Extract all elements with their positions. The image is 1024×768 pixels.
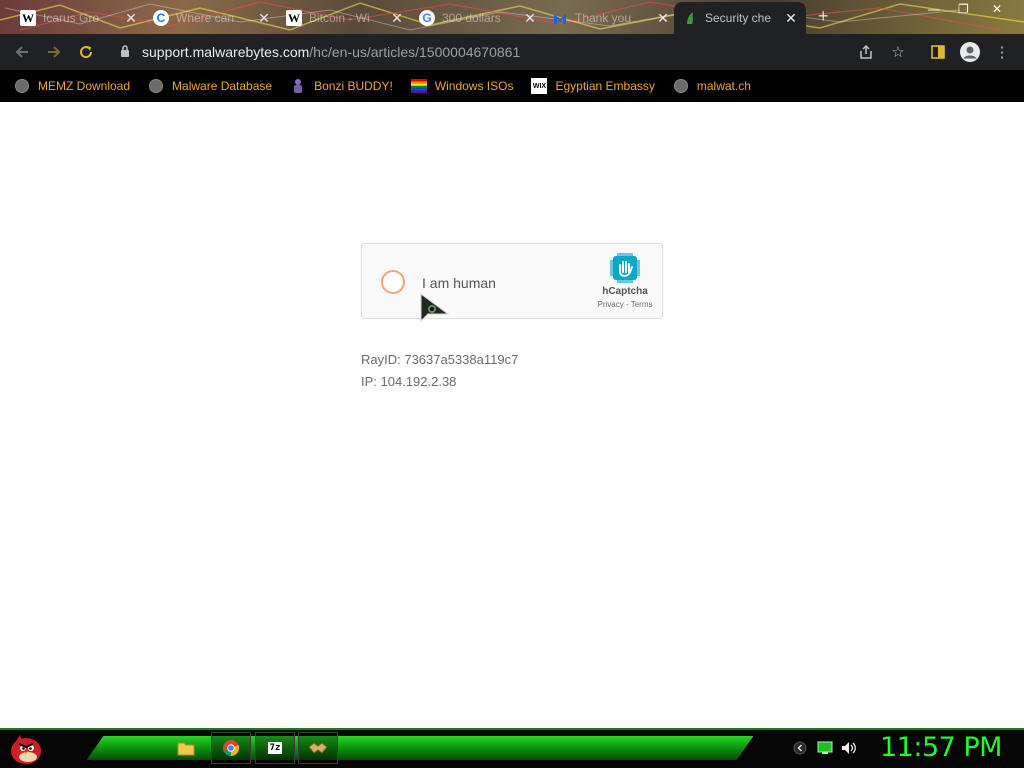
star-icon[interactable]: ☆ bbox=[884, 38, 912, 66]
address-bar[interactable]: support.malwarebytes.com/hc/en-us/articl… bbox=[106, 37, 918, 67]
taskbar-chrome[interactable] bbox=[211, 732, 251, 764]
bookmark-bonzi-buddy[interactable]: Bonzi BUDDY! bbox=[290, 78, 393, 94]
bookmark-label: Windows ISOs bbox=[434, 79, 514, 93]
tab-2[interactable]: W Bitcoin - Wi ✕ bbox=[278, 2, 412, 34]
close-icon[interactable]: ✕ bbox=[523, 10, 537, 27]
angry-bird-icon bbox=[11, 735, 41, 764]
captcha-checkbox[interactable] bbox=[381, 270, 405, 294]
close-icon[interactable]: ✕ bbox=[124, 10, 138, 27]
taskbar-7zip[interactable]: 7z bbox=[255, 732, 295, 764]
folder-icon bbox=[177, 742, 195, 756]
google-icon: G bbox=[419, 10, 435, 26]
network-icon[interactable] bbox=[817, 740, 833, 756]
bookmark-egyptian-embassy[interactable]: WIX Egyptian Embassy bbox=[531, 78, 655, 94]
tab-title: Thank you bbox=[575, 11, 632, 25]
bookmark-label: malwat.ch bbox=[696, 79, 751, 93]
page-content: I am human hCaptcha Privacy - Terms RayI… bbox=[0, 102, 1024, 728]
tray-chevron-icon[interactable] bbox=[792, 740, 808, 756]
hcaptcha-logo-icon bbox=[610, 253, 640, 283]
ray-id: RayID: 73637a5338a119c7 bbox=[361, 352, 519, 367]
close-icon[interactable]: ✕ bbox=[390, 10, 404, 27]
reload-button[interactable] bbox=[70, 36, 102, 68]
arrow-left-icon bbox=[15, 46, 28, 58]
bookmark-windows-isos[interactable]: Windows ISOs bbox=[410, 78, 514, 94]
tab-3[interactable]: G 300 dollars ✕ bbox=[411, 2, 545, 34]
bonzi-icon bbox=[290, 78, 306, 94]
globe-icon bbox=[673, 78, 689, 94]
windows-flag-icon bbox=[410, 78, 427, 94]
c-icon: C bbox=[153, 10, 169, 26]
restore-icon[interactable]: ❐ bbox=[958, 2, 969, 16]
globe-icon bbox=[148, 78, 164, 94]
tab-title: Where can bbox=[176, 11, 235, 25]
close-window-icon[interactable]: ✕ bbox=[992, 2, 1002, 16]
taskbar: 7z 11:57 PM bbox=[0, 728, 1024, 768]
menu-icon[interactable]: ⋮ bbox=[988, 38, 1016, 66]
close-icon[interactable]: ✕ bbox=[656, 10, 670, 27]
url-path: /hc/en-us/articles/1500004670861 bbox=[309, 44, 521, 60]
privacy-terms-links[interactable]: Privacy - Terms bbox=[590, 300, 660, 309]
reload-icon bbox=[80, 46, 93, 59]
new-tab-button[interactable]: + bbox=[818, 6, 829, 27]
volume-icon[interactable] bbox=[841, 740, 857, 756]
profile-avatar[interactable] bbox=[956, 38, 984, 66]
minimize-icon[interactable]: — bbox=[928, 2, 940, 16]
taskbar-border bbox=[0, 728, 1024, 730]
taskbar-file-explorer[interactable] bbox=[166, 732, 206, 764]
wikipedia-icon: W bbox=[20, 10, 36, 26]
tab-0[interactable]: W Icarus Gro ✕ bbox=[12, 2, 146, 34]
taskbar-handshake[interactable] bbox=[298, 732, 338, 764]
browser-toolbar: support.malwarebytes.com/hc/en-us/articl… bbox=[0, 34, 1024, 70]
bookmark-label: Egyptian Embassy bbox=[555, 79, 655, 93]
hcaptcha-widget: I am human hCaptcha Privacy - Terms bbox=[361, 243, 663, 319]
7zip-icon: 7z bbox=[267, 742, 283, 754]
bookmark-malwatch[interactable]: malwat.ch bbox=[673, 78, 751, 94]
handshake-icon bbox=[308, 742, 328, 754]
side-panel-icon[interactable] bbox=[924, 38, 952, 66]
url-text: support.malwarebytes.com/hc/en-us/articl… bbox=[142, 44, 520, 60]
arrow-right-icon bbox=[48, 46, 61, 58]
mouse-cursor-icon bbox=[420, 293, 450, 323]
bookmark-memz-download[interactable]: MEMZ Download bbox=[14, 78, 130, 94]
tab-title: Icarus Gro bbox=[43, 11, 100, 25]
wix-icon: WIX bbox=[531, 78, 548, 94]
tab-title: 300 dollars bbox=[442, 11, 501, 25]
bookmark-label: MEMZ Download bbox=[38, 79, 131, 93]
back-button[interactable] bbox=[6, 36, 38, 68]
bookmark-label: Bonzi BUDDY! bbox=[314, 79, 393, 93]
tab-strip: W Icarus Gro ✕ C Where can ✕ W Bitcoin -… bbox=[0, 0, 1024, 34]
ip-address: IP: 104.192.2.38 bbox=[361, 374, 457, 389]
lock-icon bbox=[120, 44, 130, 60]
wikipedia-icon: W bbox=[286, 10, 302, 26]
share-icon[interactable] bbox=[852, 38, 880, 66]
chrome-icon bbox=[223, 740, 240, 757]
close-icon[interactable]: ✕ bbox=[784, 10, 798, 27]
globe-icon bbox=[14, 78, 30, 94]
bookmark-malware-database[interactable]: Malware Database bbox=[148, 78, 272, 94]
security-icon bbox=[682, 10, 698, 26]
url-domain: support.malwarebytes.com bbox=[142, 44, 310, 60]
start-button[interactable] bbox=[4, 732, 48, 764]
hcaptcha-brand: hCaptcha bbox=[602, 286, 648, 297]
tab-title: Bitcoin - Wi bbox=[309, 11, 370, 25]
clock[interactable]: 11:57 PM bbox=[880, 732, 1002, 763]
bookmark-label: Malware Database bbox=[172, 79, 273, 93]
bookmarks-bar: MEMZ Download Malware Database Bonzi BUD… bbox=[0, 70, 1024, 102]
tab-title: Security che bbox=[705, 11, 772, 25]
close-icon[interactable]: ✕ bbox=[257, 10, 271, 27]
tab-4[interactable]: Thank you ✕ bbox=[544, 2, 678, 34]
captcha-label: I am human bbox=[422, 275, 496, 291]
tab-5[interactable]: Security che ✕ bbox=[674, 2, 806, 34]
malwarebytes-icon bbox=[552, 10, 568, 26]
tab-1[interactable]: C Where can ✕ bbox=[145, 2, 279, 34]
forward-button[interactable] bbox=[38, 36, 70, 68]
